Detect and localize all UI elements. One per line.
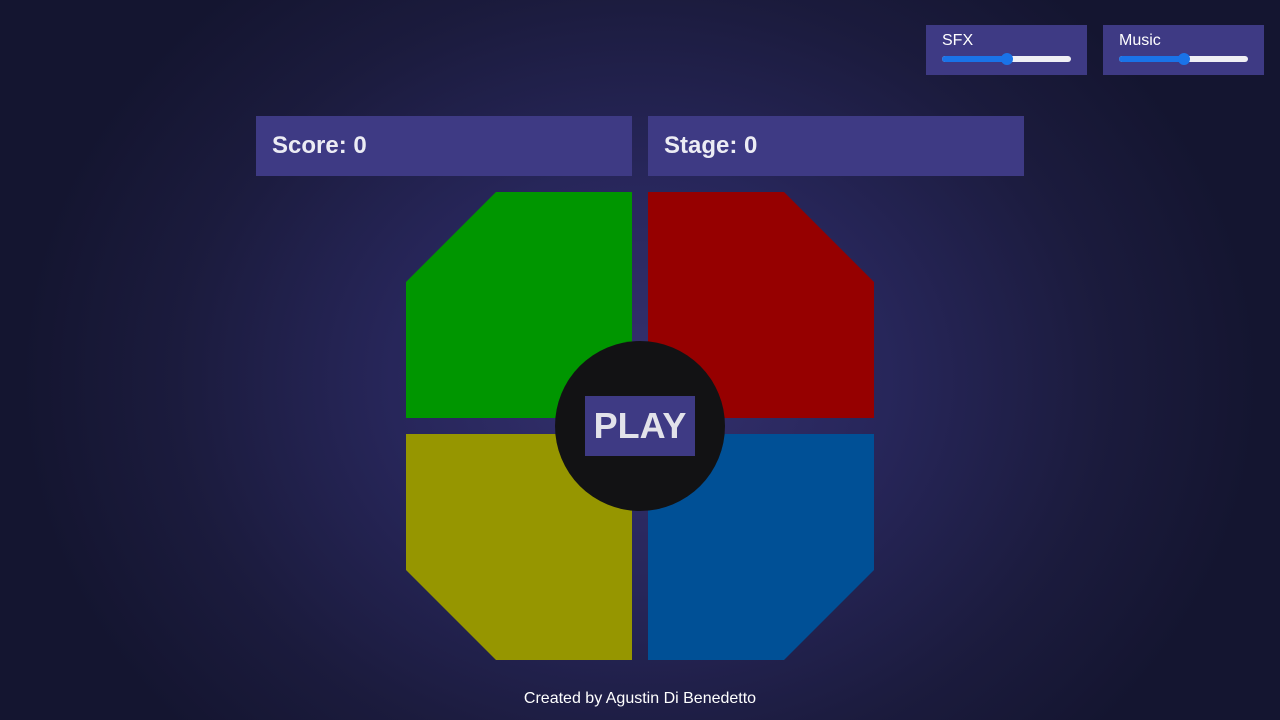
play-button[interactable]: PLAY (585, 396, 695, 456)
sfx-volume-panel: SFX (926, 25, 1087, 75)
sfx-slider-fill (942, 56, 1007, 62)
music-slider-thumb[interactable] (1177, 53, 1190, 65)
music-volume-panel: Music (1103, 25, 1264, 75)
music-volume-slider[interactable] (1119, 53, 1248, 65)
score-display: Score: 0 (256, 116, 632, 176)
music-label: Music (1119, 32, 1161, 49)
credit-footer: Created by Agustin Di Benedetto (523, 690, 757, 707)
sfx-volume-slider[interactable] (942, 53, 1071, 65)
center-hub: PLAY (555, 341, 725, 511)
game-board: PLAY (406, 192, 874, 660)
sfx-slider-thumb[interactable] (1000, 53, 1013, 65)
sfx-label: SFX (942, 32, 974, 49)
music-slider-fill (1119, 56, 1184, 62)
stage-display: Stage: 0 (648, 116, 1024, 176)
